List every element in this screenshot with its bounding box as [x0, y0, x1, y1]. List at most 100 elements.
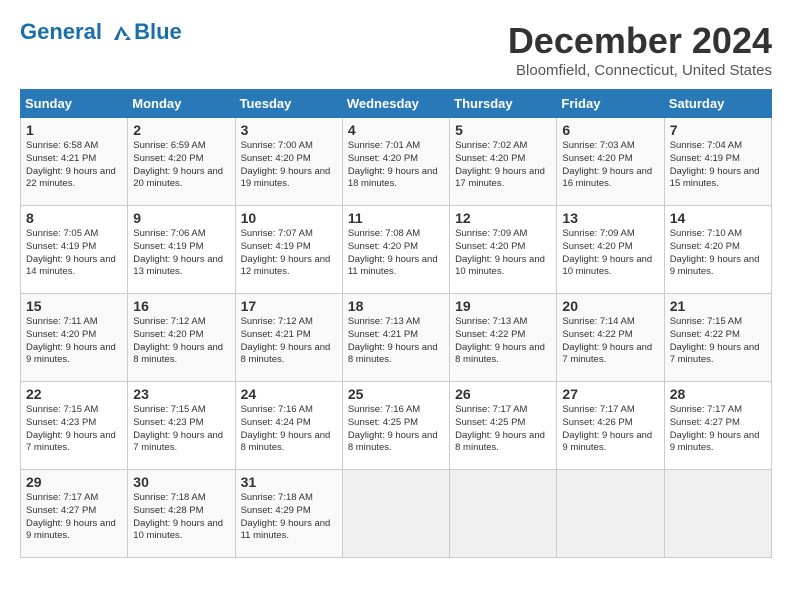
calendar-cell — [450, 470, 557, 558]
calendar-cell: 4 Sunrise: 7:01 AMSunset: 4:20 PMDayligh… — [342, 118, 449, 206]
calendar-table: SundayMondayTuesdayWednesdayThursdayFrid… — [20, 89, 772, 558]
col-header-sunday: Sunday — [21, 90, 128, 118]
day-number: 24 — [241, 386, 337, 402]
day-number: 25 — [348, 386, 444, 402]
day-info: Sunrise: 7:17 AMSunset: 4:26 PMDaylight:… — [562, 404, 658, 455]
calendar-cell: 15 Sunrise: 7:11 AMSunset: 4:20 PMDaylig… — [21, 294, 128, 382]
calendar-cell: 22 Sunrise: 7:15 AMSunset: 4:23 PMDaylig… — [21, 382, 128, 470]
day-number: 7 — [670, 122, 766, 138]
day-number: 14 — [670, 210, 766, 226]
calendar-body: 1 Sunrise: 6:58 AMSunset: 4:21 PMDayligh… — [21, 118, 772, 558]
calendar-cell: 23 Sunrise: 7:15 AMSunset: 4:23 PMDaylig… — [128, 382, 235, 470]
calendar-cell: 30 Sunrise: 7:18 AMSunset: 4:28 PMDaylig… — [128, 470, 235, 558]
day-number: 6 — [562, 122, 658, 138]
logo-blue: Blue — [134, 20, 182, 44]
day-number: 8 — [26, 210, 122, 226]
calendar-cell: 2 Sunrise: 6:59 AMSunset: 4:20 PMDayligh… — [128, 118, 235, 206]
calendar-cell: 12 Sunrise: 7:09 AMSunset: 4:20 PMDaylig… — [450, 206, 557, 294]
col-header-tuesday: Tuesday — [235, 90, 342, 118]
day-number: 2 — [133, 122, 229, 138]
col-header-friday: Friday — [557, 90, 664, 118]
day-number: 22 — [26, 386, 122, 402]
calendar-cell: 10 Sunrise: 7:07 AMSunset: 4:19 PMDaylig… — [235, 206, 342, 294]
calendar-cell: 11 Sunrise: 7:08 AMSunset: 4:20 PMDaylig… — [342, 206, 449, 294]
calendar-cell: 8 Sunrise: 7:05 AMSunset: 4:19 PMDayligh… — [21, 206, 128, 294]
calendar-cell: 14 Sunrise: 7:10 AMSunset: 4:20 PMDaylig… — [664, 206, 771, 294]
day-info: Sunrise: 7:15 AMSunset: 4:22 PMDaylight:… — [670, 316, 766, 367]
calendar-cell — [664, 470, 771, 558]
day-number: 16 — [133, 298, 229, 314]
calendar-cell: 7 Sunrise: 7:04 AMSunset: 4:19 PMDayligh… — [664, 118, 771, 206]
day-number: 31 — [241, 474, 337, 490]
day-info: Sunrise: 7:15 AMSunset: 4:23 PMDaylight:… — [133, 404, 229, 455]
day-info: Sunrise: 7:13 AMSunset: 4:22 PMDaylight:… — [455, 316, 551, 367]
day-info: Sunrise: 7:12 AMSunset: 4:21 PMDaylight:… — [241, 316, 337, 367]
day-info: Sunrise: 7:17 AMSunset: 4:25 PMDaylight:… — [455, 404, 551, 455]
day-info: Sunrise: 7:09 AMSunset: 4:20 PMDaylight:… — [562, 228, 658, 279]
page-header: General Blue December 2024 Bloomfield, C… — [20, 20, 772, 79]
calendar-cell: 25 Sunrise: 7:16 AMSunset: 4:25 PMDaylig… — [342, 382, 449, 470]
calendar-cell: 5 Sunrise: 7:02 AMSunset: 4:20 PMDayligh… — [450, 118, 557, 206]
calendar-cell: 16 Sunrise: 7:12 AMSunset: 4:20 PMDaylig… — [128, 294, 235, 382]
day-info: Sunrise: 7:01 AMSunset: 4:20 PMDaylight:… — [348, 140, 444, 191]
day-info: Sunrise: 7:02 AMSunset: 4:20 PMDaylight:… — [455, 140, 551, 191]
day-number: 13 — [562, 210, 658, 226]
day-info: Sunrise: 7:18 AMSunset: 4:28 PMDaylight:… — [133, 492, 229, 543]
day-number: 20 — [562, 298, 658, 314]
day-info: Sunrise: 7:05 AMSunset: 4:19 PMDaylight:… — [26, 228, 122, 279]
day-number: 9 — [133, 210, 229, 226]
calendar-cell: 26 Sunrise: 7:17 AMSunset: 4:25 PMDaylig… — [450, 382, 557, 470]
calendar-cell: 18 Sunrise: 7:13 AMSunset: 4:21 PMDaylig… — [342, 294, 449, 382]
day-info: Sunrise: 7:08 AMSunset: 4:20 PMDaylight:… — [348, 228, 444, 279]
day-info: Sunrise: 7:04 AMSunset: 4:19 PMDaylight:… — [670, 140, 766, 191]
day-info: Sunrise: 7:06 AMSunset: 4:19 PMDaylight:… — [133, 228, 229, 279]
calendar-cell: 31 Sunrise: 7:18 AMSunset: 4:29 PMDaylig… — [235, 470, 342, 558]
day-number: 21 — [670, 298, 766, 314]
day-number: 3 — [241, 122, 337, 138]
day-number: 23 — [133, 386, 229, 402]
calendar-cell: 6 Sunrise: 7:03 AMSunset: 4:20 PMDayligh… — [557, 118, 664, 206]
day-number: 1 — [26, 122, 122, 138]
col-header-thursday: Thursday — [450, 90, 557, 118]
calendar-cell: 20 Sunrise: 7:14 AMSunset: 4:22 PMDaylig… — [557, 294, 664, 382]
day-number: 19 — [455, 298, 551, 314]
week-row-2: 8 Sunrise: 7:05 AMSunset: 4:19 PMDayligh… — [21, 206, 772, 294]
calendar-cell: 29 Sunrise: 7:17 AMSunset: 4:27 PMDaylig… — [21, 470, 128, 558]
day-number: 11 — [348, 210, 444, 226]
logo-icon — [110, 22, 132, 44]
day-info: Sunrise: 7:13 AMSunset: 4:21 PMDaylight:… — [348, 316, 444, 367]
week-row-4: 22 Sunrise: 7:15 AMSunset: 4:23 PMDaylig… — [21, 382, 772, 470]
calendar-cell: 24 Sunrise: 7:16 AMSunset: 4:24 PMDaylig… — [235, 382, 342, 470]
day-info: Sunrise: 7:18 AMSunset: 4:29 PMDaylight:… — [241, 492, 337, 543]
title-block: December 2024 Bloomfield, Connecticut, U… — [508, 20, 772, 79]
day-info: Sunrise: 7:00 AMSunset: 4:20 PMDaylight:… — [241, 140, 337, 191]
calendar-cell: 9 Sunrise: 7:06 AMSunset: 4:19 PMDayligh… — [128, 206, 235, 294]
week-row-1: 1 Sunrise: 6:58 AMSunset: 4:21 PMDayligh… — [21, 118, 772, 206]
week-row-5: 29 Sunrise: 7:17 AMSunset: 4:27 PMDaylig… — [21, 470, 772, 558]
calendar-cell: 1 Sunrise: 6:58 AMSunset: 4:21 PMDayligh… — [21, 118, 128, 206]
calendar-cell: 17 Sunrise: 7:12 AMSunset: 4:21 PMDaylig… — [235, 294, 342, 382]
logo: General Blue — [20, 20, 182, 44]
location: Bloomfield, Connecticut, United States — [508, 62, 772, 79]
day-number: 15 — [26, 298, 122, 314]
month-title: December 2024 — [508, 20, 772, 62]
calendar-header-row: SundayMondayTuesdayWednesdayThursdayFrid… — [21, 90, 772, 118]
day-info: Sunrise: 7:14 AMSunset: 4:22 PMDaylight:… — [562, 316, 658, 367]
day-number: 5 — [455, 122, 551, 138]
day-number: 4 — [348, 122, 444, 138]
day-info: Sunrise: 6:59 AMSunset: 4:20 PMDaylight:… — [133, 140, 229, 191]
day-info: Sunrise: 7:11 AMSunset: 4:20 PMDaylight:… — [26, 316, 122, 367]
logo-general: General — [20, 19, 102, 44]
day-info: Sunrise: 7:17 AMSunset: 4:27 PMDaylight:… — [670, 404, 766, 455]
day-number: 29 — [26, 474, 122, 490]
day-info: Sunrise: 7:12 AMSunset: 4:20 PMDaylight:… — [133, 316, 229, 367]
calendar-cell: 3 Sunrise: 7:00 AMSunset: 4:20 PMDayligh… — [235, 118, 342, 206]
col-header-saturday: Saturday — [664, 90, 771, 118]
day-number: 27 — [562, 386, 658, 402]
day-number: 10 — [241, 210, 337, 226]
day-number: 17 — [241, 298, 337, 314]
day-number: 26 — [455, 386, 551, 402]
day-info: Sunrise: 7:07 AMSunset: 4:19 PMDaylight:… — [241, 228, 337, 279]
col-header-wednesday: Wednesday — [342, 90, 449, 118]
calendar-cell: 13 Sunrise: 7:09 AMSunset: 4:20 PMDaylig… — [557, 206, 664, 294]
